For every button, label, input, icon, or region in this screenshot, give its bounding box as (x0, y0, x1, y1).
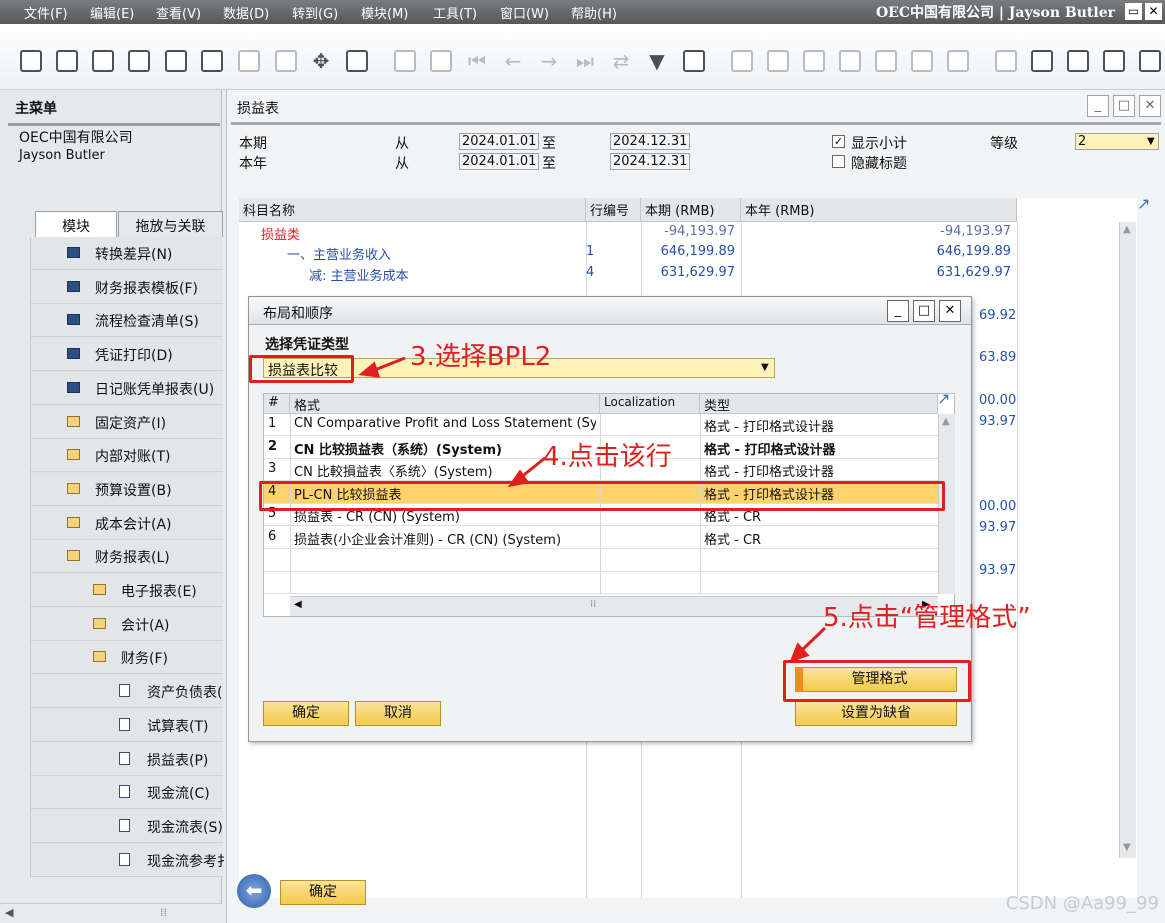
watermark: CSDN @Aa99_99 (1005, 893, 1159, 914)
annotation-arrows (358, 356, 827, 663)
